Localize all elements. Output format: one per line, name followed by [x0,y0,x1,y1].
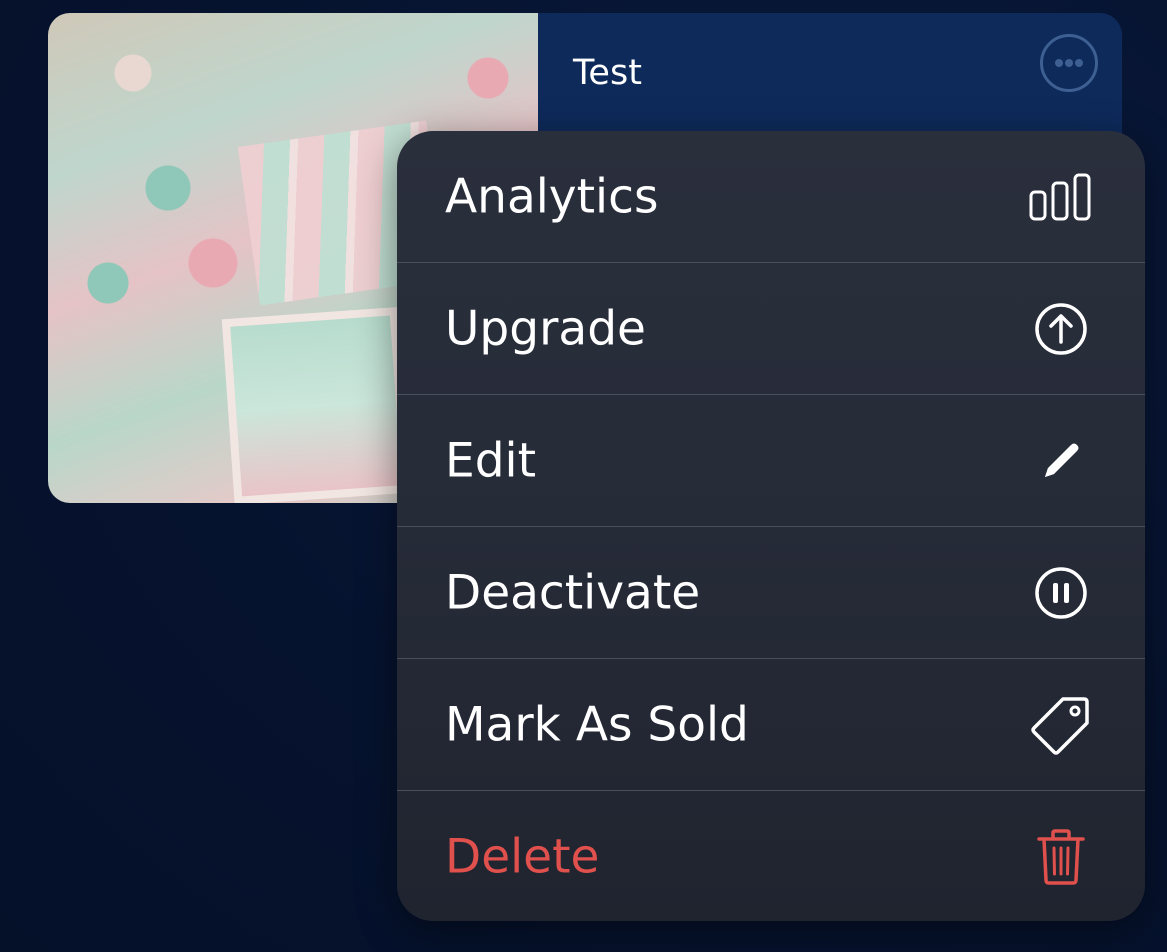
trash-icon [1025,821,1097,893]
menu-item-label: Delete [445,829,600,884]
screen: Test Analytics Upgrade Edit Deactivate M… [0,0,1167,952]
menu-item-analytics[interactable]: Analytics [397,131,1145,262]
ellipsis-circle-icon [1055,59,1083,67]
menu-item-label: Deactivate [445,565,701,620]
menu-item-edit[interactable]: Edit [397,395,1145,526]
menu-item-label: Edit [445,433,537,488]
menu-item-label: Mark As Sold [445,697,749,752]
arrow-up-circle-icon [1025,293,1097,365]
menu-item-mark-as-sold[interactable]: Mark As Sold [397,659,1145,790]
more-options-button[interactable] [1040,34,1098,92]
pencil-icon [1025,425,1097,497]
menu-item-upgrade[interactable]: Upgrade [397,263,1145,394]
listing-title: Test [573,53,642,93]
context-menu: Analytics Upgrade Edit Deactivate Mark A… [397,131,1145,921]
bar-chart-icon [1025,161,1097,233]
pause-circle-icon [1025,557,1097,629]
menu-item-deactivate[interactable]: Deactivate [397,527,1145,658]
menu-item-delete[interactable]: Delete [397,791,1145,921]
tag-icon [1025,689,1097,761]
menu-item-label: Upgrade [445,301,646,356]
menu-item-label: Analytics [445,169,659,224]
